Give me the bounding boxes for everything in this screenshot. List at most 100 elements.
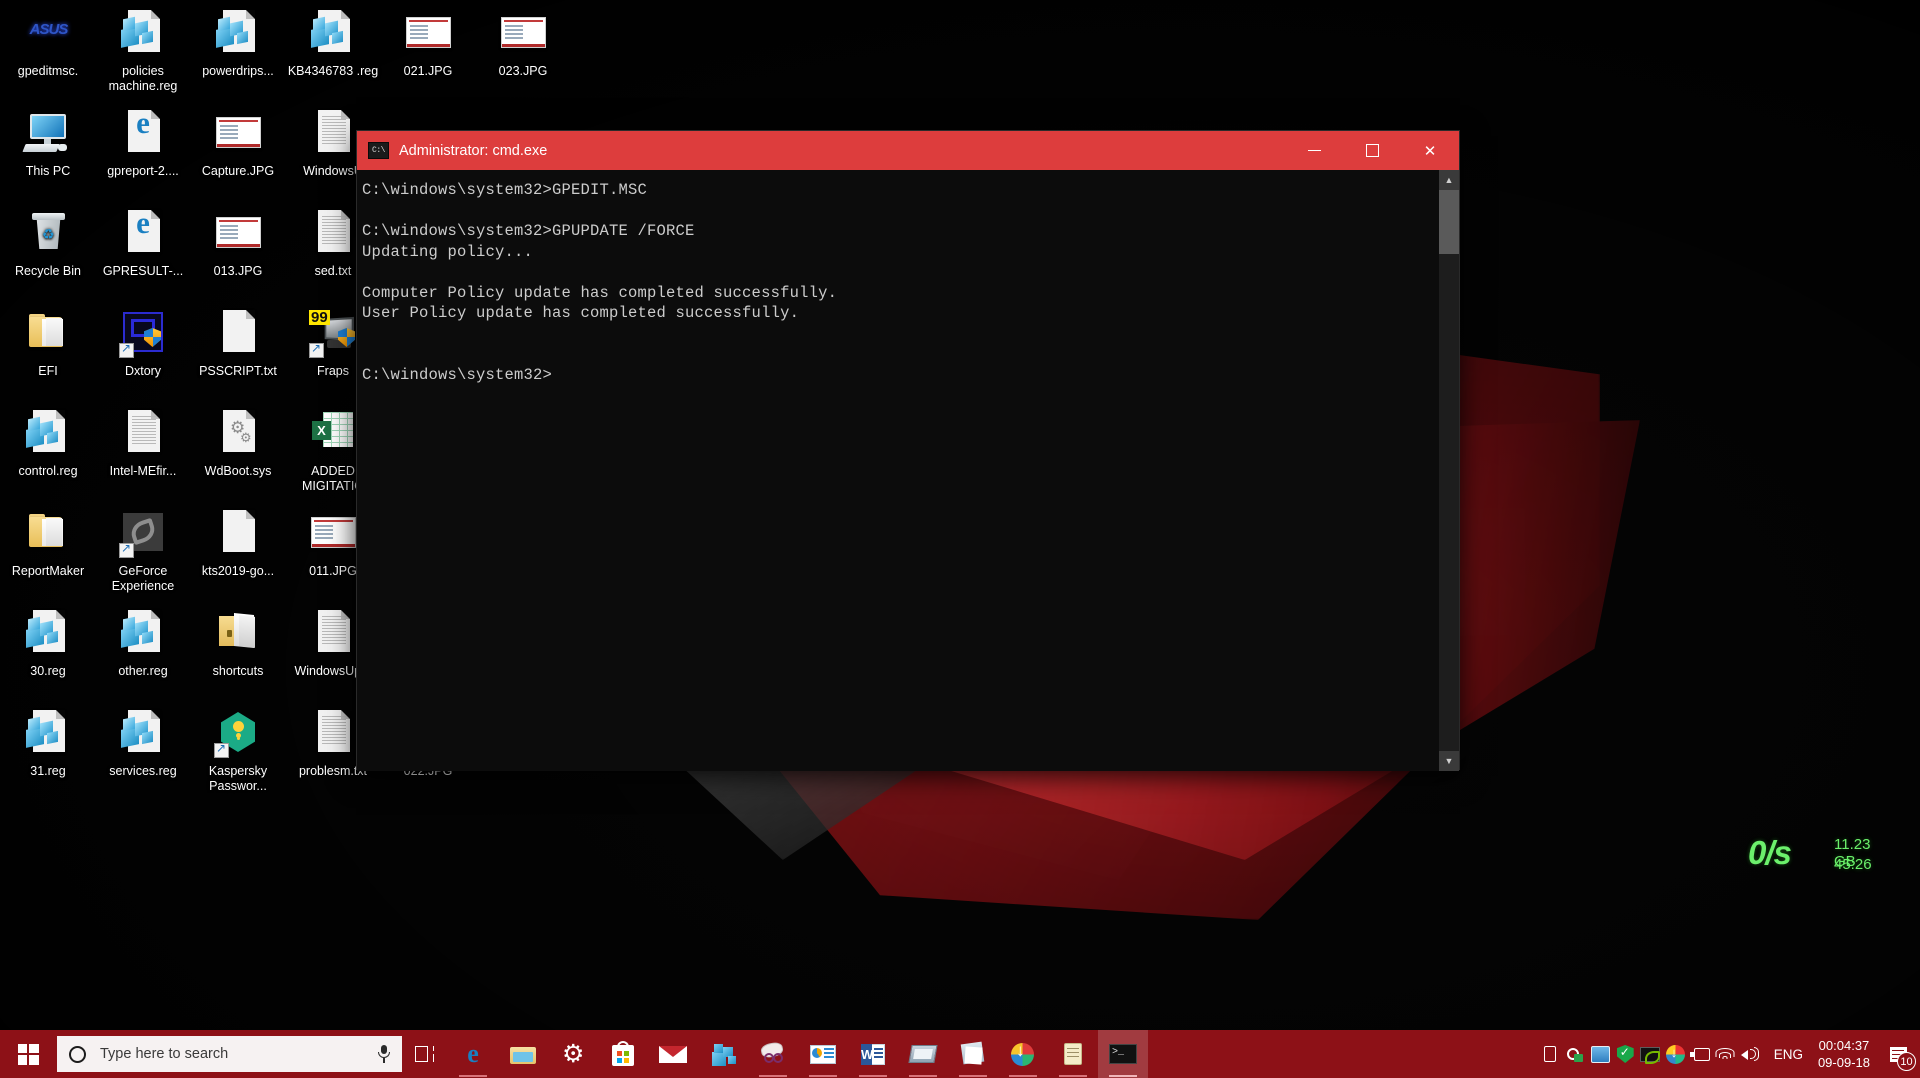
close-button[interactable]: ✕ <box>1401 131 1459 170</box>
desktop-icon[interactable]: KB4346783 .reg <box>285 8 381 79</box>
desktop-icon[interactable]: control.reg <box>0 408 96 479</box>
taskbar-app-file-explorer[interactable] <box>498 1030 548 1078</box>
desktop-icon-label: This PC <box>25 164 71 178</box>
cortana-icon[interactable] <box>69 1045 86 1063</box>
action-center-button[interactable]: 10 <box>1878 1030 1918 1078</box>
asus-logo-icon: ASUS <box>29 21 69 38</box>
taskbar: Type here to search e ⚙ W ↓ >_ ENG 00:04:37 … <box>0 1030 1920 1078</box>
scroll-up-icon[interactable]: ▲ <box>1439 170 1459 190</box>
taskbar-app-window-app[interactable] <box>898 1030 948 1078</box>
registry-file-icon <box>22 608 74 660</box>
window-titlebar[interactable]: C:\ Administrator: cmd.exe ✕ <box>357 131 1459 170</box>
scrollbar-thumb[interactable] <box>1439 190 1459 254</box>
desktop-icon[interactable]: powerdrips... <box>190 8 286 79</box>
taskbar-app-word[interactable]: W <box>848 1030 898 1078</box>
desktop-icon-label: 31.reg <box>30 764 66 778</box>
taskbar-app-settings[interactable]: ⚙ <box>548 1030 598 1078</box>
nvidia-icon[interactable] <box>1638 1030 1663 1078</box>
desktop-icon[interactable]: Kaspersky Passwor... <box>190 708 286 794</box>
fraps-shortcut-icon: 99 <box>307 308 359 360</box>
registry-file-icon <box>212 8 264 60</box>
desktop-icon[interactable]: PSSCRIPT.txt <box>190 308 286 379</box>
taskbar-app-command-prompt[interactable]: >_ <box>1098 1030 1148 1078</box>
shield-check-icon[interactable] <box>1613 1030 1638 1078</box>
desktop-icon[interactable]: ASUS gpeditmsc. <box>0 8 96 79</box>
registry-file-icon <box>117 8 169 60</box>
desktop-icon[interactable]: Capture.JPG <box>190 108 286 179</box>
console-body[interactable]: C:\windows\system32>GPEDIT.MSC C:\window… <box>357 170 1459 771</box>
taskbar-app-microsoft-edge[interactable]: e <box>448 1030 498 1078</box>
scroll-down-icon[interactable]: ▼ <box>1439 751 1459 771</box>
desktop-icon[interactable]: ReportMaker <box>0 508 96 579</box>
desktop-icon[interactable]: 013.JPG <box>190 208 286 279</box>
key-security-icon[interactable] <box>1563 1030 1588 1078</box>
battery-tray-icon[interactable] <box>1538 1030 1563 1078</box>
desktop-icon-label: KB4346783 .reg <box>287 64 379 78</box>
settings-icon: ⚙ <box>562 1040 585 1068</box>
clock-date: 09-09-18 <box>1817 1055 1870 1070</box>
dxtory-shortcut-icon <box>117 308 169 360</box>
image-file-icon <box>402 8 454 60</box>
wifi-icon[interactable] <box>1713 1030 1738 1078</box>
desktop-icon-label: Recycle Bin <box>15 264 81 278</box>
word-icon: W <box>859 1040 887 1068</box>
desktop-icon[interactable]: e GPRESULT-... <box>95 207 191 279</box>
desktop-icon[interactable]: 31.reg <box>0 708 96 779</box>
desktop-icon[interactable]: ⚙ ⚙ WdBoot.sys <box>190 408 286 479</box>
image-file-icon <box>212 208 264 260</box>
maximize-button[interactable] <box>1343 131 1401 170</box>
open-folder-icon <box>212 608 264 660</box>
search-input[interactable]: Type here to search <box>57 1036 402 1072</box>
desktop-icon[interactable]: 021.JPG <box>380 8 476 79</box>
taskbar-app-internet-download-manager[interactable]: ↓ <box>998 1030 1048 1078</box>
desktop-icon-label: gpreport-2.... <box>107 164 179 178</box>
desktop-icon[interactable]: This PC <box>0 108 96 179</box>
desktop-icon[interactable]: 023.JPG <box>475 8 571 79</box>
desktop-icon-label: control.reg <box>18 464 78 478</box>
desktop-icon-label: EFI <box>38 364 58 378</box>
start-button[interactable] <box>0 1030 56 1078</box>
clock[interactable]: 00:04:37 09-09-18 <box>1814 1037 1878 1071</box>
desktop-icon[interactable]: EFI <box>0 308 96 379</box>
edge-html-file-icon: e <box>117 207 169 260</box>
cmd-icon: C:\ <box>368 142 389 159</box>
minimize-button[interactable] <box>1285 131 1343 170</box>
language-indicator[interactable]: ENG <box>1763 1047 1814 1062</box>
taskbar-apps: e ⚙ W ↓ >_ <box>448 1030 1148 1078</box>
task-view-button[interactable] <box>402 1030 448 1078</box>
taskbar-app-registry-editor[interactable] <box>698 1030 748 1078</box>
command-prompt-window[interactable]: C:\ Administrator: cmd.exe ✕ C:\windows\… <box>356 130 1460 771</box>
taskbar-app-scroll-doc[interactable] <box>1048 1030 1098 1078</box>
edge-html-file-icon: e <box>117 107 169 160</box>
plug-battery-icon[interactable] <box>1688 1030 1713 1078</box>
taskbar-app-mail[interactable] <box>648 1030 698 1078</box>
desktop-icon[interactable]: Dxtory <box>95 308 191 379</box>
desktop-icon[interactable]: 30.reg <box>0 608 96 679</box>
desktop-icon[interactable]: policies machine.reg <box>95 8 191 94</box>
desktop-icon[interactable]: shortcuts <box>190 608 286 679</box>
blank-document-icon <box>212 508 264 560</box>
desktop-icon-label: Dxtory <box>124 364 162 378</box>
desktop-icon[interactable]: GeForce Experience <box>95 508 191 594</box>
taskbar-app-microsoft-store[interactable] <box>598 1030 648 1078</box>
desktop-icon[interactable]: e gpreport-2.... <box>95 107 191 179</box>
folder-icon <box>22 508 74 560</box>
desktop-icon[interactable]: kts2019-go... <box>190 508 286 579</box>
desktop-icon[interactable]: services.reg <box>95 708 191 779</box>
desktop-icon[interactable]: Intel-MEfir... <box>95 408 191 479</box>
console-scrollbar[interactable]: ▲ ▼ <box>1439 170 1459 771</box>
speaker-icon[interactable] <box>1738 1030 1763 1078</box>
taskbar-app-snipping-tool[interactable] <box>748 1030 798 1078</box>
taskbar-app-notepad-alt[interactable] <box>948 1030 998 1078</box>
taskbar-app-presentation[interactable] <box>798 1030 848 1078</box>
desktop-icon-label: PSSCRIPT.txt <box>199 364 277 378</box>
desktop-icon-label: Intel-MEfir... <box>109 464 177 478</box>
desktop-icon-label: GeForce Experience <box>111 564 175 593</box>
desktop-icon[interactable]: other.reg <box>95 608 191 679</box>
presentation-icon <box>809 1040 837 1068</box>
microphone-icon[interactable] <box>376 1045 392 1063</box>
download-manager-icon[interactable] <box>1663 1030 1688 1078</box>
desktop-icon[interactable]: ♻ Recycle Bin <box>0 208 96 279</box>
monitor-icon[interactable] <box>1588 1030 1613 1078</box>
excel-file-icon: X <box>307 408 359 460</box>
